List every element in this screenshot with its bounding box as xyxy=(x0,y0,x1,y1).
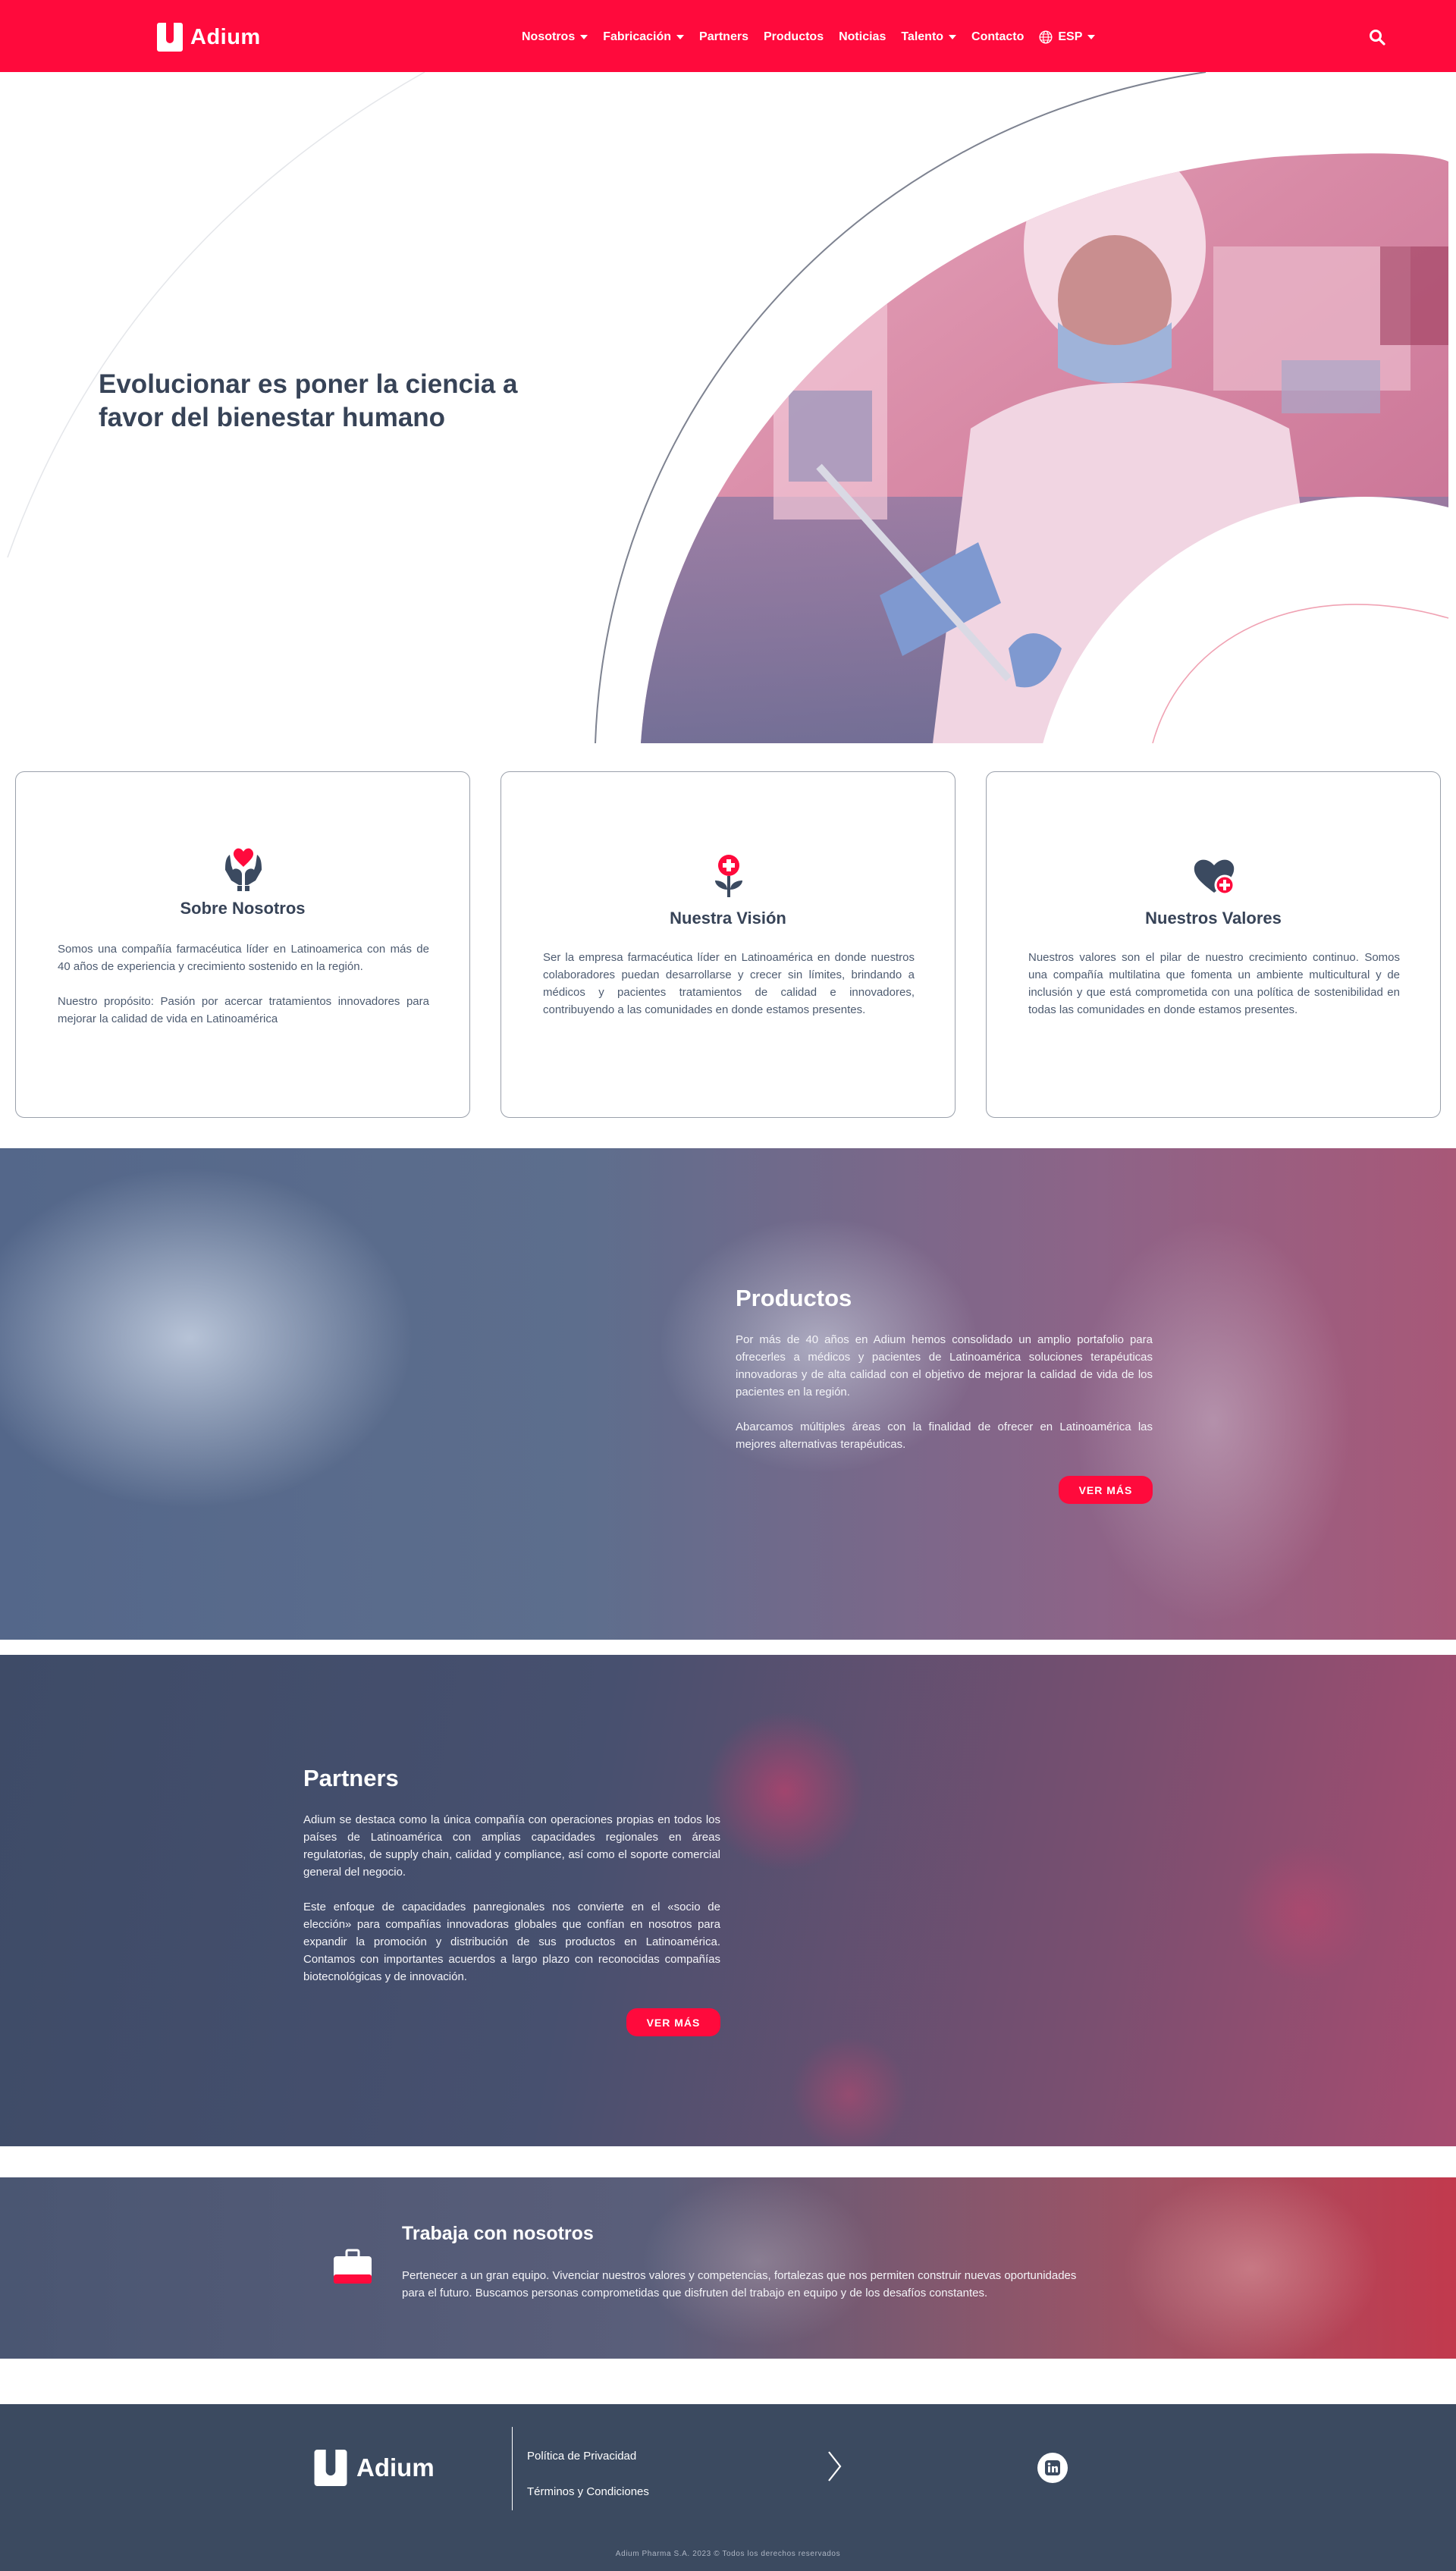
card-paragraph: Nuestros valores son el pilar de nuestro… xyxy=(1028,951,1400,1016)
partners-ver-mas-button[interactable]: VER MÁS xyxy=(626,2008,720,2036)
section-title: Productos xyxy=(736,1285,852,1311)
menu-label: Noticias xyxy=(839,30,886,43)
caret-down-icon xyxy=(1087,35,1096,39)
menu-label: Productos xyxy=(763,30,824,43)
footer-divider xyxy=(512,2427,513,2510)
productos-section: Productos Por más de 40 años en Adium he… xyxy=(0,1148,1456,1640)
section-paragraph: Adium se destaca como la única compañía … xyxy=(303,1813,720,1879)
menu-item-productos[interactable]: Productos xyxy=(764,30,824,44)
section-body: Adium se destaca como la única compañía … xyxy=(303,1811,720,1986)
productos-ver-mas-button[interactable]: VER MÁS xyxy=(1059,1476,1153,1504)
section-title: Trabaja con nosotros xyxy=(402,2223,594,2244)
trabaja-section[interactable]: Trabaja con nosotros Pertenecer a un gra… xyxy=(0,2177,1456,2359)
menu-label: Contacto xyxy=(971,30,1025,43)
section-paragraph: Este enfoque de capacidades panregionale… xyxy=(303,1901,720,1983)
briefcase-icon xyxy=(334,2249,372,2284)
section-body: Por más de 40 años en Adium hemos consol… xyxy=(736,1331,1153,1453)
linkedin-glyph xyxy=(1045,2460,1060,2475)
brand-name: Adium xyxy=(190,24,261,49)
section-paragraph: Abarcamos múltiples áreas con la finalid… xyxy=(736,1420,1153,1451)
card-body: Ser la empresa farmacéutica líder en Lat… xyxy=(543,949,915,1019)
caret-down-icon xyxy=(580,35,588,39)
menu-label: Nosotros xyxy=(522,30,576,43)
hero-section: Evolucionar es poner la ciencia a favor … xyxy=(0,72,1456,743)
adium-logo-icon xyxy=(157,23,183,52)
menu-item-noticias[interactable]: Noticias xyxy=(839,30,886,44)
card-body: Nuestros valores son el pilar de nuestro… xyxy=(1028,949,1400,1019)
adium-logo-icon xyxy=(314,2450,347,2486)
heart-plus-icon xyxy=(1194,859,1235,896)
card-body: Somos una compañía farmacéutica líder en… xyxy=(58,940,429,1028)
card-title: Sobre Nosotros xyxy=(180,899,306,918)
card-title: Nuestros Valores xyxy=(1145,909,1282,928)
partners-section: Partners Adium se destaca como la única … xyxy=(0,1655,1456,2146)
main-menu: Nosotros Fabricación Partners Productos … xyxy=(522,30,1096,44)
section-paragraph: Por más de 40 años en Adium hemos consol… xyxy=(736,1333,1153,1399)
hero-title: Evolucionar es poner la ciencia a favor … xyxy=(99,369,518,432)
menu-label: Partners xyxy=(699,30,748,43)
medical-flower-icon xyxy=(715,855,742,897)
menu-item-fabricacion[interactable]: Fabricación xyxy=(603,30,685,44)
privacy-policy-link[interactable]: Política de Privacidad xyxy=(527,2450,636,2463)
menu-label: Fabricación xyxy=(603,30,672,43)
footer-brand-name: Adium xyxy=(356,2453,435,2482)
caret-down-icon xyxy=(676,35,685,39)
card-paragraph: Nuestro propósito: Pasión por acercar tr… xyxy=(58,995,429,1025)
menu-item-contacto[interactable]: Contacto xyxy=(971,30,1024,44)
chevron-right-icon[interactable] xyxy=(827,2450,843,2483)
copyright-text: Adium Pharma S.A. 2023 © Todos los derec… xyxy=(615,2550,841,2558)
card-title: Nuestra Visión xyxy=(670,909,786,928)
card-nuestra-vision: Nuestra Visión Ser la empresa farmacéuti… xyxy=(500,771,956,1118)
menu-label: Talento xyxy=(901,30,944,43)
menu-item-nosotros[interactable]: Nosotros xyxy=(522,30,588,44)
language-label: ESP xyxy=(1058,30,1083,43)
footer-brand-logo[interactable]: Adium xyxy=(314,2450,435,2486)
globe-icon xyxy=(1039,30,1053,44)
menu-item-partners[interactable]: Partners xyxy=(699,30,748,44)
top-navbar: Adium Nosotros Fabricación Partners Prod… xyxy=(0,0,1456,72)
brand-logo[interactable]: Adium xyxy=(157,23,261,52)
caret-down-icon xyxy=(949,35,957,39)
card-paragraph: Somos una compañía farmacéutica líder en… xyxy=(58,943,429,973)
card-sobre-nosotros: Sobre Nosotros Somos una compañía farmac… xyxy=(15,771,470,1118)
card-nuestros-valores: Nuestros Valores Nuestros valores son el… xyxy=(986,771,1441,1118)
section-title: Partners xyxy=(303,1765,399,1791)
language-selector[interactable]: ESP xyxy=(1039,30,1096,44)
section-paragraph: Pertenecer a un gran equipo. Vivenciar n… xyxy=(402,2269,1077,2299)
heart-hands-icon xyxy=(225,848,262,891)
footer: Adium Política de Privacidad Términos y … xyxy=(0,2404,1456,2571)
menu-item-talento[interactable]: Talento xyxy=(901,30,957,44)
linkedin-icon[interactable] xyxy=(1037,2453,1068,2483)
terms-link[interactable]: Términos y Condiciones xyxy=(527,2485,649,2498)
card-paragraph: Ser la empresa farmacéutica líder en Lat… xyxy=(543,951,915,1016)
search-icon[interactable] xyxy=(1369,29,1385,46)
